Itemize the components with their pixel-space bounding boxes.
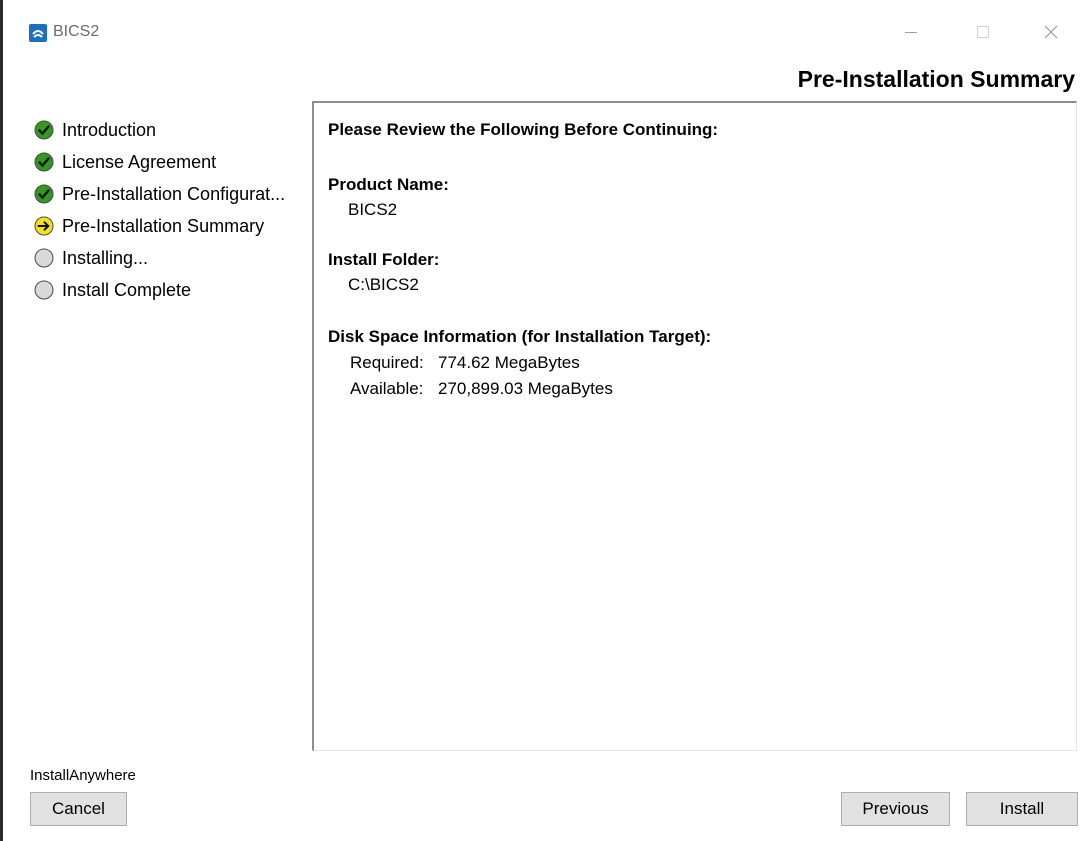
window-title: BICS2 (53, 23, 100, 40)
required-label: Required: (350, 353, 424, 372)
step-label: Install Complete (62, 279, 192, 300)
brand-label: InstallAnywhere (30, 767, 136, 784)
step-label: Introduction (62, 119, 157, 140)
maximize-icon (977, 26, 989, 38)
check-icon (33, 183, 55, 205)
summary-intro: Please Review the Following Before Conti… (328, 120, 719, 139)
install-button[interactable]: Install (966, 792, 1078, 826)
installer-window: BICS2 Pre-Installation Summary Introduct… (0, 0, 1085, 841)
available-value: 270,899.03 MegaBytes (438, 379, 613, 398)
install-folder-value: C:\BICS2 (348, 275, 419, 294)
available-label: Available: (350, 379, 424, 398)
product-name-value: BICS2 (348, 200, 398, 219)
step-item: Installing... (33, 242, 303, 274)
step-item: Pre-Installation Configurat... (33, 178, 303, 210)
step-item: Install Complete (33, 274, 303, 306)
step-item: License Agreement (33, 146, 303, 178)
title-bar[interactable]: BICS2 (3, 0, 1085, 62)
page-title: Pre-Installation Summary (797, 66, 1075, 92)
arrow-right-icon (33, 215, 55, 237)
disk-required-row: Required: 774.62 MegaBytes (350, 353, 580, 373)
circle-icon (33, 247, 55, 269)
step-label: License Agreement (62, 151, 217, 172)
product-name-label: Product Name: (328, 175, 449, 194)
step-label: Pre-Installation Summary (62, 215, 265, 236)
maximize-button[interactable] (965, 18, 1001, 46)
bics2-app-icon (29, 24, 47, 42)
check-icon (33, 119, 55, 141)
close-icon (1044, 25, 1058, 39)
minimize-icon (905, 32, 917, 33)
check-icon (33, 151, 55, 173)
step-item: Introduction (33, 114, 303, 146)
minimize-button[interactable] (893, 18, 929, 46)
install-folder-label: Install Folder: (328, 250, 440, 269)
disk-available-row: Available: 270,899.03 MegaBytes (350, 379, 613, 399)
step-label: Pre-Installation Configurat... (62, 183, 286, 204)
disk-space-label: Disk Space Information (for Installation… (328, 327, 712, 346)
previous-button[interactable]: Previous (841, 792, 950, 826)
step-label: Installing... (62, 247, 149, 268)
close-button[interactable] (1033, 18, 1069, 46)
steps-list: Introduction License Agreement Pre-Install… (33, 114, 303, 306)
cancel-button[interactable]: Cancel (30, 792, 127, 826)
required-value: 774.62 MegaBytes (438, 353, 580, 372)
summary-panel: Please Review the Following Before Conti… (312, 101, 1077, 751)
circle-icon (33, 279, 55, 301)
step-item: Pre-Installation Summary (33, 210, 303, 242)
